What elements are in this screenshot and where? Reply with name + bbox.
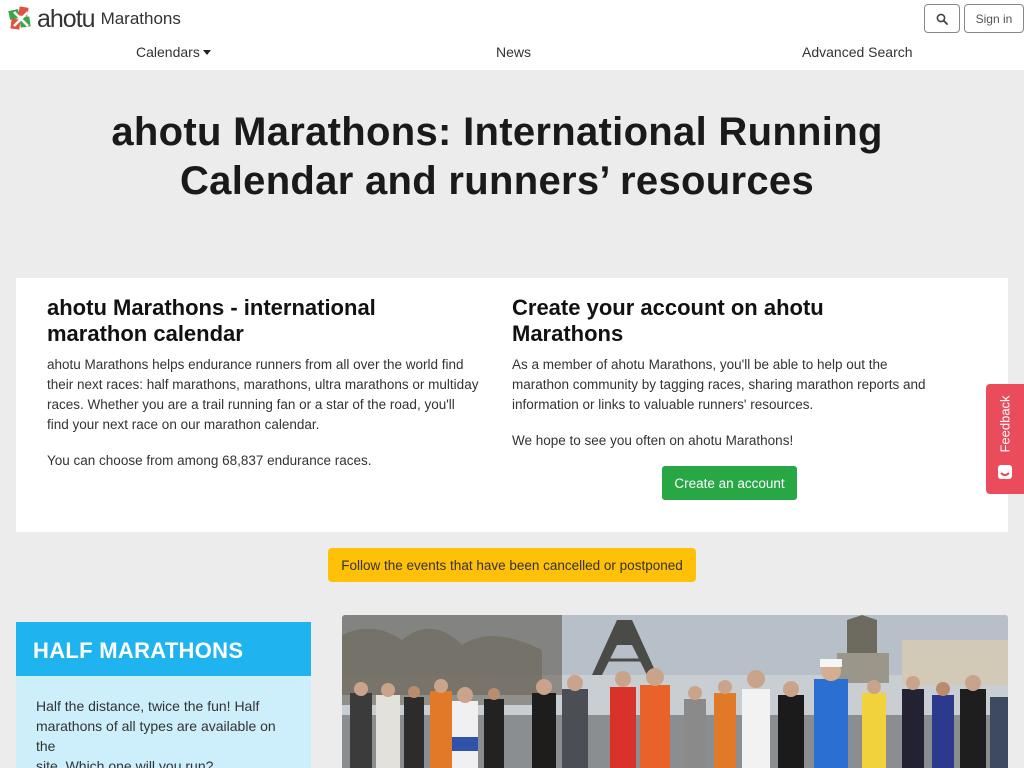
nav-news[interactable]: News bbox=[496, 44, 531, 60]
marathon-photo bbox=[342, 615, 1008, 768]
nav-calendars[interactable]: Calendars bbox=[136, 44, 211, 60]
account-title-line-2: Marathons bbox=[512, 321, 624, 346]
account-title-line-1: Create your account on ahotu bbox=[512, 295, 824, 320]
half-marathons-card: Half the distance, twice the fun! Half m… bbox=[16, 676, 311, 768]
feedback-face-icon bbox=[998, 465, 1012, 479]
top-navbar: ahotu Marathons Sign in Calendars News A… bbox=[0, 0, 1024, 70]
chevron-down-icon bbox=[202, 50, 211, 55]
sign-in-button[interactable]: Sign in bbox=[964, 4, 1024, 33]
feedback-label: Feedback bbox=[997, 395, 1013, 453]
nav-calendars-label: Calendars bbox=[136, 44, 200, 60]
account-paragraph: As a member of ahotu Marathons, you'll b… bbox=[512, 355, 972, 415]
intro-title: ahotu Marathons - international marathon… bbox=[47, 295, 376, 347]
page-title-line-1: ahotu Marathons: International Running bbox=[111, 110, 883, 154]
intro-line: find your next race on our marathon cale… bbox=[47, 417, 320, 432]
race-count-text: You can choose from among 68,837 enduran… bbox=[47, 453, 372, 468]
feedback-tab[interactable]: Feedback bbox=[986, 384, 1024, 494]
search-button[interactable] bbox=[924, 4, 960, 33]
intro-title-line-1: ahotu Marathons - international bbox=[47, 295, 376, 320]
page-title: ahotu Marathons: International Running C… bbox=[20, 108, 974, 206]
intro-panel: ahotu Marathons - international marathon… bbox=[16, 278, 1008, 532]
half-marathons-line: site. Which one will you run? bbox=[36, 758, 214, 768]
account-line: information or links to valuable runners… bbox=[512, 397, 814, 412]
intro-line: ahotu Marathons helps endurance runners … bbox=[47, 357, 464, 372]
page-title-line-2: Calendar and runners’ resources bbox=[180, 159, 814, 203]
account-welcome-text: We hope to see you often on ahotu Marath… bbox=[512, 433, 794, 448]
ahotu-logo-icon bbox=[8, 5, 31, 30]
site-logo[interactable]: ahotu Marathons bbox=[8, 4, 181, 34]
intro-title-line-2: marathon calendar bbox=[47, 321, 244, 346]
marathon-photo-image bbox=[342, 615, 1008, 768]
search-icon bbox=[936, 13, 948, 25]
create-account-button[interactable]: Create an account bbox=[662, 466, 797, 500]
half-marathons-line: Half the distance, twice the fun! Half bbox=[36, 698, 260, 714]
brand-name: ahotu bbox=[37, 4, 96, 33]
intro-paragraph: ahotu Marathons helps endurance runners … bbox=[47, 355, 487, 435]
account-title: Create your account on ahotu Marathons bbox=[512, 295, 824, 347]
account-line: As a member of ahotu Marathons, you'll b… bbox=[512, 357, 888, 372]
brand-subtitle: Marathons bbox=[100, 9, 181, 28]
nav-advanced-search[interactable]: Advanced Search bbox=[802, 44, 913, 60]
intro-line: their next races: half marathons, marath… bbox=[47, 377, 479, 392]
intro-line: races. Whether you are a trail running f… bbox=[47, 397, 455, 412]
cancelled-events-button[interactable]: Follow the events that have been cancell… bbox=[328, 548, 696, 582]
account-line: marathon community by tagging races, sha… bbox=[512, 377, 926, 392]
half-marathons-title[interactable]: HALF MARATHONS bbox=[16, 622, 311, 676]
half-marathons-text: Half the distance, twice the fun! Half m… bbox=[36, 696, 298, 768]
half-marathons-line: marathons of all types are available on … bbox=[36, 718, 276, 754]
